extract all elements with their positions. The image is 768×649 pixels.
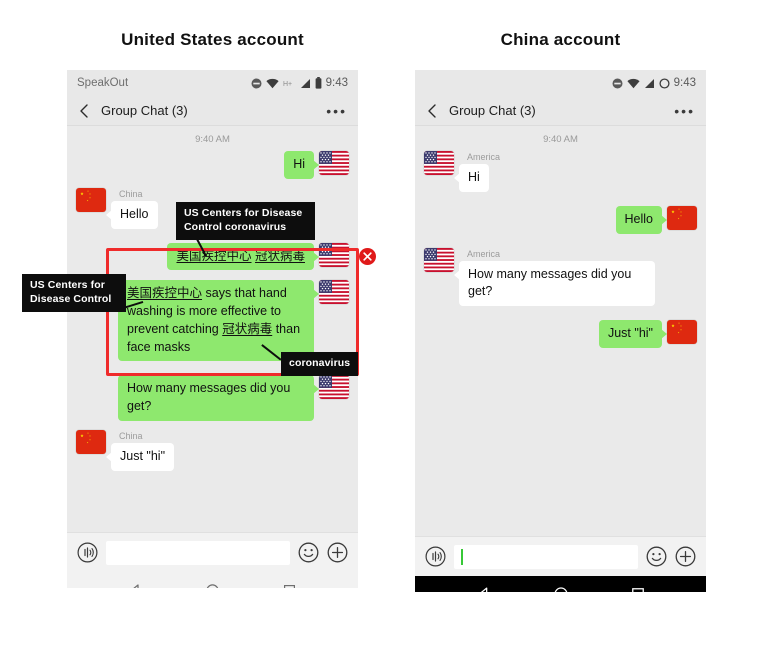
message-sender: China [119,430,143,441]
message-row: How many messages did you get? [76,375,349,421]
callout-bottom: coronavirus [281,352,359,376]
us-flag-icon [319,151,349,175]
message-row: Hello [424,205,697,234]
thread-daystamp: 9:40 AM [195,134,230,145]
us-flag-icon [319,280,349,305]
nav-home-icon[interactable] [205,583,220,588]
bubble-wrap: 美国疾控中心 冠状病毒 [167,242,319,271]
statusbar-icons: H+ [251,77,322,89]
message-input-cn[interactable] [454,544,638,569]
overflow-menu-icon[interactable]: ••• [326,104,347,118]
bubble-wrap: China Just "hi" [105,430,175,471]
bubble-wrap: Hello [615,205,667,234]
message-row: China Just "hi" [76,429,349,471]
cn-flag-icon [76,429,106,454]
message-bubble-censored-long[interactable]: 美国疾控中心 says that hand washing is more ef… [118,280,319,362]
hplus-network-icon: H+ [283,79,296,88]
do-not-disturb-icon [612,78,623,89]
message-bubble[interactable]: Hello [106,200,158,229]
message-bubble[interactable]: Hi [454,164,489,192]
phone-us-account: SpeakOut H+ 9:43 Group Chat (3) ••• 9:40… [67,70,358,588]
us-flag-icon [424,247,454,272]
message-row: 美国疾控中心 冠状病毒 [76,242,349,271]
blocked-x-icon[interactable] [359,248,376,265]
cn-flag-icon [667,320,697,344]
emoji-smiley-icon[interactable] [298,542,319,563]
message-bubble[interactable]: How many messages did you get? [454,260,655,306]
input-bar-us [67,532,358,572]
message-row: Hi [76,151,349,179]
message-row: America Hi [424,151,697,192]
nav-back-icon[interactable] [128,583,143,588]
message-thread-us[interactable]: 9:40 AM Hi China Hello 美国疾控中心 冠状病毒 美国疾控中… [67,126,358,532]
nav-recents-icon[interactable] [282,583,297,588]
statusbar-time: 9:43 [325,77,348,89]
panel-title-us: United States account [121,30,304,49]
nav-bar-cn [415,576,706,592]
bubble-wrap: America How many messages did you get? [454,248,655,306]
input-bar-cn [415,536,706,576]
wifi-icon [266,78,279,89]
statusbar-icons [612,77,670,89]
message-row: Just "hi" [424,320,697,348]
message-bubble[interactable]: How many messages did you get? [118,375,319,421]
phone-cn-account: 9:43 Group Chat (3) ••• 9:40 AM America … [415,70,706,592]
us-flag-icon [319,375,349,400]
battery-icon [315,77,322,89]
statusbar-time: 9:43 [673,77,696,89]
voice-record-icon[interactable] [425,546,446,567]
panel-title-cn: China account [500,30,621,49]
bubble-wrap: 美国疾控中心 says that hand washing is more ef… [118,280,319,362]
message-sender: America [467,152,501,162]
appbar-title: Group Chat (3) [101,103,188,118]
message-bubble[interactable]: Hi [284,151,319,179]
message-bubble[interactable]: Just "hi" [598,320,668,348]
svg-text:H+: H+ [283,81,292,88]
appbar-title: Group Chat (3) [449,103,536,118]
appbar-cn: Group Chat (3) ••• [415,96,706,126]
cn-flag-icon [76,187,106,212]
message-input-us[interactable] [106,540,290,565]
add-plus-icon[interactable] [675,546,696,567]
message-thread-cn[interactable]: 9:40 AM America Hi Hello America How man… [415,126,706,536]
message-sender: China [119,188,143,199]
bubble-wrap: How many messages did you get? [118,375,319,421]
voice-record-icon[interactable] [77,542,98,563]
statusbar-cn: 9:43 [415,70,706,96]
signal-icon [644,78,655,89]
message-bubble[interactable]: Just "hi" [105,442,175,471]
callout-top: US Centers for Disease Control coronavir… [176,202,315,240]
overflow-menu-icon[interactable]: ••• [674,104,695,118]
thread-daystamp: 9:40 AM [543,134,578,145]
screenshot-root: United States account China account Spea… [0,0,768,649]
message-row: America How many messages did you get? [424,247,697,306]
text-caret [461,548,463,565]
us-flag-icon [319,242,349,267]
statusbar-app-name: SpeakOut [77,77,129,89]
bubble-wrap: Just "hi" [598,320,668,348]
wifi-icon [627,78,640,89]
bubble-wrap: China Hello [106,188,158,229]
message-bubble[interactable]: Hello [615,205,667,234]
back-chevron-icon[interactable] [78,103,90,118]
nav-home-icon[interactable] [553,586,569,592]
statusbar-us: SpeakOut H+ 9:43 [67,70,358,96]
circle-icon [659,77,670,89]
add-plus-icon[interactable] [327,542,348,563]
appbar-us: Group Chat (3) ••• [67,96,358,126]
message-sender: America [467,248,501,259]
nav-back-icon[interactable] [476,586,492,592]
do-not-disturb-icon [251,78,262,89]
cn-flag-icon [667,205,697,230]
back-chevron-icon[interactable] [426,103,438,118]
bubble-wrap: America Hi [454,151,501,192]
nav-recents-icon[interactable] [630,586,646,592]
message-bubble-censored[interactable]: 美国疾控中心 冠状病毒 [167,242,319,271]
us-flag-icon [424,151,454,175]
signal-icon [300,78,311,89]
emoji-smiley-icon[interactable] [646,546,667,567]
nav-bar-us [67,572,358,588]
callout-left: US Centers for Disease Control [22,274,126,312]
bubble-wrap: Hi [284,151,319,179]
